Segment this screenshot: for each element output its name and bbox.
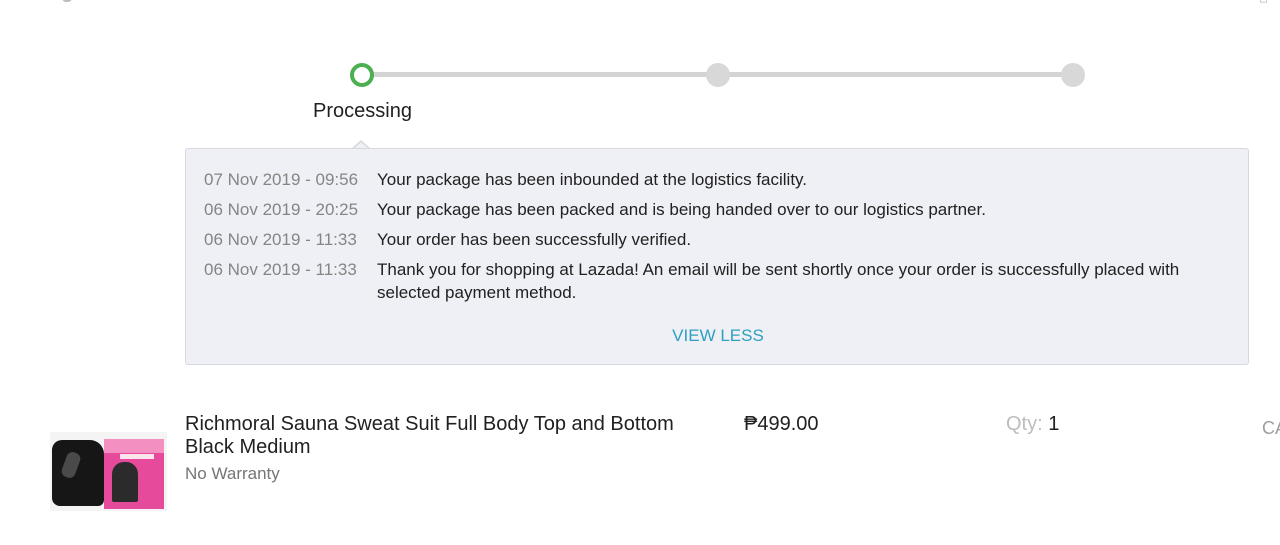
product-warranty: No Warranty [185,464,280,483]
product-quantity: Qty: 1 [1006,413,1059,436]
step-3-dot [1061,63,1085,87]
product-image-box-logo [120,454,154,459]
step-processing-label: Processing [313,100,412,122]
history-timestamp: 06 Nov 2019 - 11:33 [204,230,357,249]
product-title-link[interactable]: Richmoral Sauna Sweat Suit Full Body Top… [185,413,715,459]
history-message: Your package has been packed and is bein… [377,200,986,219]
history-message: Your order has been successfully verifie… [377,230,692,249]
step-processing-dot [350,63,374,87]
history-timestamp: 06 Nov 2019 - 11:33 [204,260,357,279]
history-timestamp: 07 Nov 2019 - 09:56 [204,170,359,189]
product-price: ₱499.00 [744,413,819,435]
view-less-link[interactable]: VIEW LESS [186,326,1250,346]
progress-track-1 [362,72,718,77]
step-2-dot [706,63,730,87]
tracking-history-panel: 07 Nov 2019 - 09:56 Your package has bee… [185,148,1249,365]
history-timestamp: 06 Nov 2019 - 20:25 [204,200,359,219]
order-status-cut: CA [1262,418,1280,438]
order-progress-stepper: Processing [0,0,1280,130]
product-image-bag [52,440,104,506]
qty-value: 1 [1048,413,1060,435]
product-image-model [112,462,138,502]
history-message: Your package has been inbounded at the l… [377,170,808,189]
order-tracking-page: ▭ Processing 07 Nov 2019 - 09:56 Your pa… [0,0,1280,545]
product-thumbnail[interactable] [50,432,167,511]
qty-label: Qty: [1006,413,1043,435]
progress-track-2 [718,72,1073,77]
product-image-box-strip [104,439,164,453]
history-message: Thank you for shopping at Lazada! An ema… [377,260,1180,302]
